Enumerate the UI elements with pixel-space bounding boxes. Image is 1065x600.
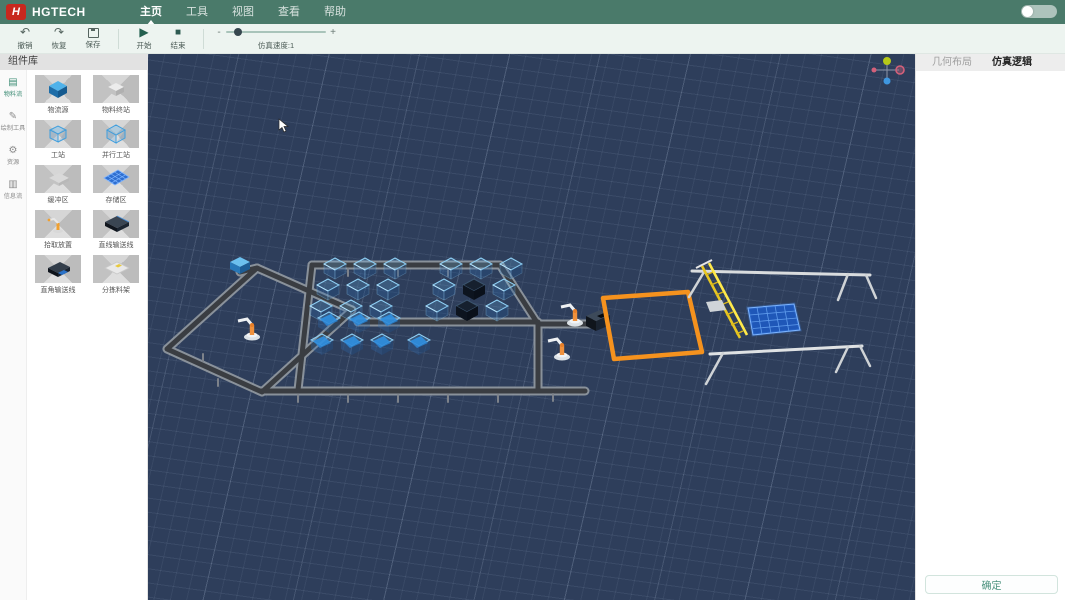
category-rail: ▤ 物料流 ✎ 绘制工具 ⚙ 资源 ▥ 信息流 bbox=[0, 70, 27, 600]
tab-information-flow[interactable]: ▥ 信息流 bbox=[0, 172, 26, 206]
component-item-parallel-workstation[interactable]: 并行工站 bbox=[87, 120, 145, 160]
speed-slider-knob[interactable] bbox=[234, 28, 242, 36]
axis-y-icon[interactable] bbox=[883, 57, 891, 65]
robot-arm-3[interactable] bbox=[548, 339, 570, 361]
properties-panel: 几何布局 仿真逻辑 确定 bbox=[915, 54, 1065, 600]
component-item-straight-conveyor[interactable]: 直线输送线 bbox=[87, 210, 145, 250]
wireframe-cube-icon bbox=[35, 120, 81, 148]
dark-conveyor-icon bbox=[93, 210, 139, 238]
menu-inspect[interactable]: 查看 bbox=[278, 0, 300, 24]
toolbar: ↶ 撤销 ↷ 恢复 保存 ▶ 开始 ■ 结束 - + 仿真速度:1 bbox=[0, 24, 1065, 54]
menu-tools[interactable]: 工具 bbox=[186, 0, 208, 24]
blue-grid-icon bbox=[93, 165, 139, 193]
orange-cell-boundary[interactable] bbox=[603, 292, 702, 359]
gray-station-icon bbox=[93, 75, 139, 103]
toggle-knob-icon bbox=[1022, 6, 1033, 17]
dark-corner-conveyor-icon bbox=[35, 255, 81, 283]
stop-button[interactable]: ■ 结束 bbox=[161, 26, 195, 51]
redo-label: 恢复 bbox=[42, 40, 76, 51]
brand-name: HGTECH bbox=[32, 5, 86, 19]
brand: H HGTECH bbox=[0, 4, 130, 20]
simulation-speed-control: - + 仿真速度:1 bbox=[216, 27, 336, 51]
undo-label: 撤销 bbox=[8, 40, 42, 51]
viewport-3d[interactable] bbox=[148, 54, 915, 600]
mouse-cursor bbox=[279, 119, 288, 132]
menu-home[interactable]: 主页 bbox=[140, 0, 162, 24]
undo-icon: ↶ bbox=[8, 26, 42, 39]
tab-drawing-tools[interactable]: ✎ 绘制工具 bbox=[0, 104, 26, 138]
panel-tabs: 几何布局 仿真逻辑 bbox=[916, 54, 1065, 71]
tab-simulation-logic[interactable]: 仿真逻辑 bbox=[984, 54, 1040, 71]
topbar: H HGTECH 主页 工具 视图 查看 帮助 bbox=[0, 0, 1065, 24]
component-item-storage[interactable]: 存储区 bbox=[87, 165, 145, 205]
component-item-end-station[interactable]: 物料终站 bbox=[87, 75, 145, 115]
axis-x-icon[interactable] bbox=[896, 66, 904, 74]
stop-icon: ■ bbox=[161, 26, 195, 39]
save-icon bbox=[88, 28, 99, 38]
menu-help[interactable]: 帮助 bbox=[324, 0, 346, 24]
axis-x-neg-icon[interactable] bbox=[872, 68, 877, 73]
save-label: 保存 bbox=[76, 39, 110, 50]
tab-geometry-layout[interactable]: 几何布局 bbox=[924, 54, 980, 71]
speed-decrease-button[interactable]: - bbox=[216, 27, 222, 38]
toolbar-divider bbox=[203, 29, 204, 49]
confirm-button[interactable]: 确定 bbox=[925, 575, 1058, 594]
hgtech-logo-icon: H bbox=[6, 4, 26, 20]
pallet-grid[interactable] bbox=[748, 304, 800, 335]
save-button[interactable]: 保存 bbox=[76, 27, 110, 50]
component-item-corner-conveyor[interactable]: 直角输送线 bbox=[29, 255, 87, 295]
sorting-rack-icon bbox=[93, 255, 139, 283]
app-window: H HGTECH 主页 工具 视图 查看 帮助 ↶ 撤销 ↷ 恢复 保存 ▶ 开… bbox=[0, 0, 1065, 600]
start-button[interactable]: ▶ 开始 bbox=[127, 26, 161, 51]
start-label: 开始 bbox=[127, 40, 161, 51]
axis-z-icon[interactable] bbox=[884, 78, 891, 85]
speed-increase-button[interactable]: + bbox=[330, 27, 336, 38]
main-menu: 主页 工具 视图 查看 帮助 bbox=[140, 0, 346, 24]
robot-arm-1[interactable] bbox=[238, 319, 260, 341]
wireframe-cube-icon bbox=[93, 120, 139, 148]
toolbar-divider bbox=[118, 29, 119, 49]
gantry-platform bbox=[706, 300, 726, 312]
sidebar-title: 组件库 bbox=[0, 54, 147, 70]
play-icon: ▶ bbox=[127, 26, 161, 39]
axis-gizmo[interactable] bbox=[872, 57, 905, 85]
robot-arm-icon bbox=[35, 210, 81, 238]
speed-value-label: 仿真速度:1 bbox=[216, 40, 336, 51]
blue-box-icon bbox=[35, 75, 81, 103]
component-library-panel: 组件库 ▤ 物料流 ✎ 绘制工具 ⚙ 资源 ▥ 信息流 bbox=[0, 54, 148, 600]
redo-button[interactable]: ↷ 恢复 bbox=[42, 26, 76, 51]
undo-button[interactable]: ↶ 撤销 bbox=[8, 26, 42, 51]
tab-material-flow[interactable]: ▤ 物料流 bbox=[0, 70, 26, 104]
gear-icon: ⚙ bbox=[0, 145, 26, 156]
component-item-pick-place[interactable]: 拾取放置 bbox=[29, 210, 87, 250]
component-grid: 物流源 物料终站 工站 并行工站 bbox=[27, 70, 147, 600]
gray-area-icon bbox=[35, 165, 81, 193]
material-flow-icon: ▤ bbox=[0, 77, 26, 88]
storage-cube-cluster-a[interactable] bbox=[310, 258, 406, 321]
component-item-source[interactable]: 物流源 bbox=[29, 75, 87, 115]
redo-icon: ↷ bbox=[42, 26, 76, 39]
storage-cube-cluster-c[interactable] bbox=[426, 258, 522, 321]
menu-view[interactable]: 视图 bbox=[232, 0, 254, 24]
stop-label: 结束 bbox=[161, 40, 195, 51]
component-item-workstation[interactable]: 工站 bbox=[29, 120, 87, 160]
tab-resources[interactable]: ⚙ 资源 bbox=[0, 138, 26, 172]
component-item-buffer[interactable]: 缓冲区 bbox=[29, 165, 87, 205]
pen-icon: ✎ bbox=[0, 111, 26, 122]
component-item-sorting-rack[interactable]: 分拣料架 bbox=[87, 255, 145, 295]
topbar-toggle[interactable] bbox=[1021, 5, 1057, 18]
document-icon: ▥ bbox=[0, 179, 26, 190]
speed-slider[interactable] bbox=[226, 31, 326, 33]
